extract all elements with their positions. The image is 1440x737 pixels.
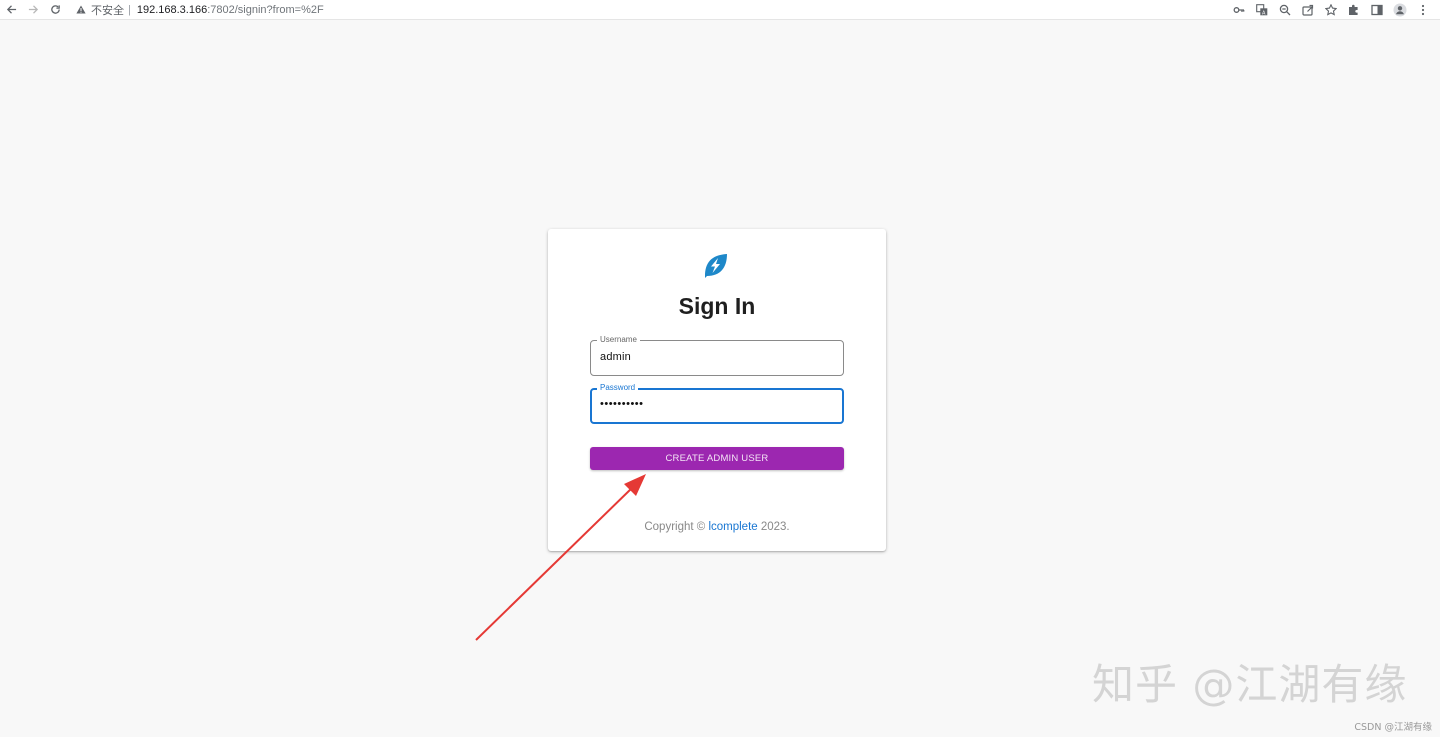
username-value[interactable]: admin bbox=[600, 351, 631, 363]
watermark-large: 知乎 @江湖有缘 bbox=[1092, 660, 1408, 709]
forward-icon[interactable] bbox=[22, 0, 44, 20]
side-panel-icon[interactable] bbox=[1365, 0, 1388, 20]
url-host: 192.168.3.166 bbox=[136, 3, 208, 16]
profile-icon[interactable] bbox=[1388, 0, 1411, 20]
address-bar[interactable]: 不安全 | 192.168.3.166 :7802/signin?from=%2… bbox=[74, 0, 1227, 20]
toolbar-actions: A bbox=[1227, 0, 1434, 20]
brand-link[interactable]: lcomplete bbox=[708, 521, 757, 533]
reload-icon[interactable] bbox=[44, 0, 66, 20]
page-title: Sign In bbox=[678, 293, 756, 319]
username-field[interactable]: Username admin bbox=[590, 334, 844, 376]
url-path: :7802/signin?from=%2F bbox=[207, 3, 324, 16]
menu-icon[interactable] bbox=[1411, 0, 1434, 20]
copyright-suffix: 2023. bbox=[757, 521, 790, 533]
copyright-prefix: Copyright © bbox=[644, 521, 709, 533]
copyright-footer: Copyright © lcomplete 2023. bbox=[548, 521, 886, 533]
leaf-bolt-logo-icon bbox=[702, 252, 729, 279]
browser-toolbar: 不安全 | 192.168.3.166 :7802/signin?from=%2… bbox=[0, 0, 1440, 20]
password-field[interactable]: Password •••••••••• bbox=[590, 382, 844, 424]
address-separator: | bbox=[128, 3, 131, 16]
security-label[interactable]: 不安全 bbox=[91, 2, 124, 18]
zoom-icon[interactable] bbox=[1273, 0, 1296, 20]
create-admin-user-button[interactable]: CREATE ADMIN USER bbox=[590, 447, 844, 470]
share-icon[interactable] bbox=[1296, 0, 1319, 20]
key-icon[interactable] bbox=[1227, 0, 1250, 20]
star-icon[interactable] bbox=[1319, 0, 1342, 20]
signin-card: Sign In Username admin Password ••••••••… bbox=[548, 229, 886, 551]
warning-triangle-icon[interactable] bbox=[74, 3, 88, 17]
username-label: Username bbox=[597, 334, 640, 345]
translate-icon[interactable]: A bbox=[1250, 0, 1273, 20]
watermark-small: CSDN @江湖有缘 bbox=[1354, 722, 1432, 733]
password-value[interactable]: •••••••••• bbox=[600, 398, 644, 410]
password-label: Password bbox=[597, 382, 639, 393]
back-icon[interactable] bbox=[0, 0, 22, 20]
svg-text:A: A bbox=[1262, 10, 1266, 16]
extensions-icon[interactable] bbox=[1342, 0, 1365, 20]
